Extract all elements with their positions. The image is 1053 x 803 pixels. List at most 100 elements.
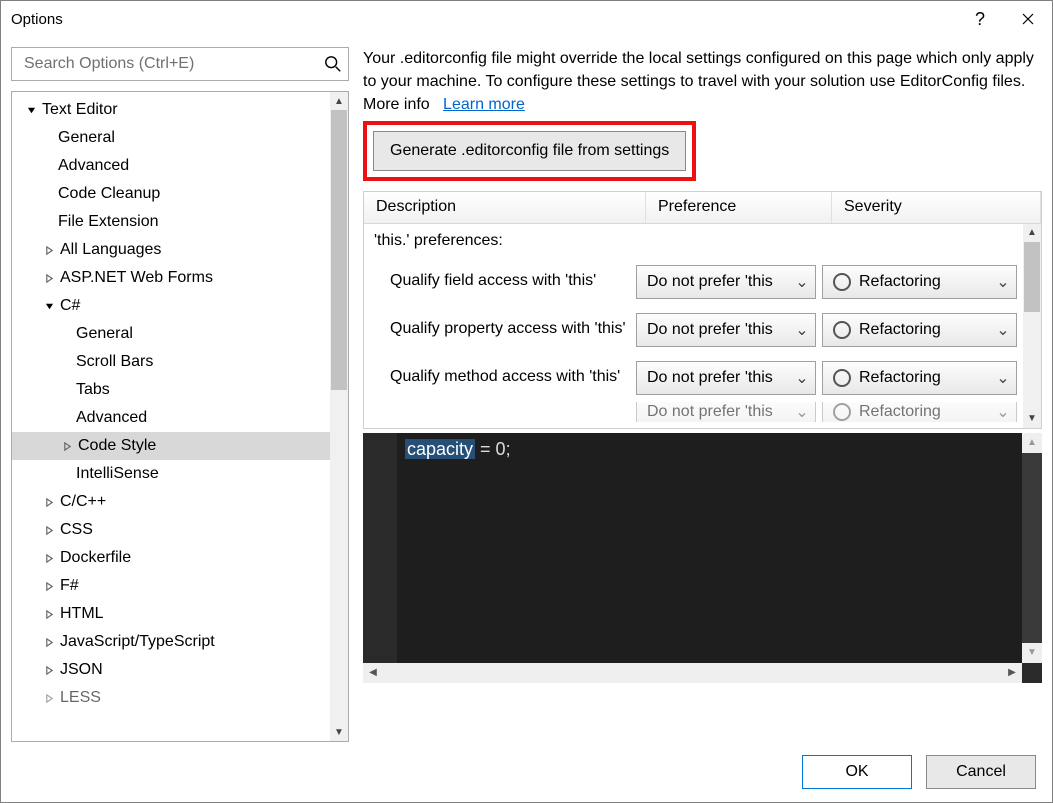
col-preference[interactable]: Preference [646,192,832,223]
tree-item-json[interactable]: JSON [12,656,330,684]
tree-item-csharp-tabs[interactable]: Tabs [12,376,330,404]
scroll-down-icon[interactable]: ▼ [330,723,348,741]
severity-ring-icon [833,403,851,421]
table-scrollbar[interactable]: ▲ ▼ [1023,224,1041,428]
search-box[interactable] [11,47,349,81]
tree-item-less[interactable]: LESS [12,684,330,712]
chevron-down-icon: ⌄ [795,368,809,388]
tree-item-dockerfile[interactable]: Dockerfile [12,544,330,572]
preference-dropdown[interactable]: Do not prefer 'this⌄ [636,402,816,422]
tree-item-csharp[interactable]: C# [12,292,330,320]
scroll-up-icon[interactable]: ▲ [330,92,348,110]
scroll-thumb[interactable] [1024,242,1040,312]
learn-more-link[interactable]: Learn more [443,96,525,113]
cancel-button[interactable]: Cancel [926,755,1036,789]
preference-dropdown[interactable]: Do not prefer 'this⌄ [636,313,816,347]
severity-dropdown[interactable]: Refactoring⌄ [822,265,1017,299]
options-tree[interactable]: Text Editor General Advanced Code Cleanu… [12,92,330,741]
chevron-right-icon [45,666,54,675]
severity-ring-icon [833,273,851,291]
chevron-right-icon [45,526,54,535]
chevron-down-icon [45,302,54,311]
severity-dropdown[interactable]: Refactoring⌄ [822,402,1017,422]
generate-editorconfig-button[interactable]: Generate .editorconfig file from setting… [373,131,686,171]
scroll-down-icon[interactable]: ▼ [1022,643,1042,663]
chevron-down-icon: ⌄ [795,272,809,292]
chevron-right-icon [45,610,54,619]
chevron-down-icon: ⌄ [996,368,1010,388]
window-title: Options [11,11,63,28]
close-icon [1022,13,1034,25]
ok-button[interactable]: OK [802,755,912,789]
chevron-right-icon [45,638,54,647]
tree-item-file-extension[interactable]: File Extension [12,208,330,236]
tree-item-code-cleanup[interactable]: Code Cleanup [12,180,330,208]
scroll-thumb[interactable] [331,110,347,390]
options-dialog: Options ? Text Editor General [0,0,1053,803]
table-row: Qualify method access with 'this' Do not… [364,354,1023,402]
tree-item-css[interactable]: CSS [12,516,330,544]
tree-item-fsharp[interactable]: F# [12,572,330,600]
tree-item-js-ts[interactable]: JavaScript/TypeScript [12,628,330,656]
search-icon [324,55,342,73]
chevron-down-icon: ⌄ [996,402,1010,422]
table-body: 'this.' preferences: Qualify field acces… [364,224,1023,428]
tree-item-text-editor[interactable]: Text Editor [12,96,330,124]
tree-item-all-languages[interactable]: All Languages [12,236,330,264]
info-text: Your .editorconfig file might override t… [363,47,1042,117]
search-input[interactable] [22,54,324,74]
chevron-down-icon: ⌄ [795,320,809,340]
tree-item-html[interactable]: HTML [12,600,330,628]
preference-dropdown[interactable]: Do not prefer 'this⌄ [636,265,816,299]
code-preview: capacity = 0; ▲ ▼ ◀ ▶ [363,433,1042,683]
left-pane: Text Editor General Advanced Code Cleanu… [11,47,349,742]
scroll-down-icon[interactable]: ▼ [1023,410,1041,428]
tree-item-intellisense[interactable]: IntelliSense [12,460,330,488]
severity-dropdown[interactable]: Refactoring⌄ [822,361,1017,395]
titlebar: Options ? [1,1,1052,37]
tree-item-ccpp[interactable]: C/C++ [12,488,330,516]
chevron-right-icon [45,694,54,703]
col-description[interactable]: Description [364,192,646,223]
dialog-footer: OK Cancel [1,742,1052,802]
scroll-up-icon[interactable]: ▲ [1022,433,1042,453]
table-header: Description Preference Severity [364,192,1041,224]
col-severity[interactable]: Severity [832,192,1041,223]
code-vscrollbar[interactable]: ▲ ▼ [1022,433,1042,663]
preference-dropdown[interactable]: Do not prefer 'this⌄ [636,361,816,395]
preferences-table: Description Preference Severity 'this.' … [363,191,1042,429]
scroll-corner [1022,663,1042,683]
cell-desc: Qualify property access with 'this' [364,319,636,340]
severity-ring-icon [833,369,851,387]
tree-item-aspnet[interactable]: ASP.NET Web Forms [12,264,330,292]
chevron-down-icon [27,106,36,115]
tree-item-advanced[interactable]: Advanced [12,152,330,180]
chevron-down-icon: ⌄ [996,320,1010,340]
severity-ring-icon [833,321,851,339]
scroll-up-icon[interactable]: ▲ [1023,224,1041,242]
table-row: Qualify property access with 'this' Do n… [364,306,1023,354]
chevron-down-icon: ⌄ [996,272,1010,292]
chevron-right-icon [45,582,54,591]
scroll-right-icon[interactable]: ▶ [1002,663,1022,683]
help-button[interactable]: ? [956,1,1004,37]
tree-item-csharp-advanced[interactable]: Advanced [12,404,330,432]
code-hscrollbar[interactable]: ◀ ▶ [363,663,1042,683]
cell-desc: Qualify field access with 'this' [364,271,636,292]
chevron-right-icon [45,246,54,255]
right-pane: Your .editorconfig file might override t… [363,47,1042,742]
severity-dropdown[interactable]: Refactoring⌄ [822,313,1017,347]
close-button[interactable] [1004,1,1052,37]
chevron-down-icon: ⌄ [795,402,809,422]
code-text: capacity = 0; [397,433,1022,663]
tree-item-csharp-general[interactable]: General [12,320,330,348]
chevron-right-icon [63,442,72,451]
tree-item-csharp-scrollbars[interactable]: Scroll Bars [12,348,330,376]
table-row: Do not prefer 'this⌄ Refactoring⌄ [364,402,1023,422]
tree-scrollbar[interactable]: ▲ ▼ [330,92,348,741]
table-group-row: 'this.' preferences: [364,224,1023,258]
tree-item-code-style[interactable]: Code Style [12,432,330,460]
tree-item-general[interactable]: General [12,124,330,152]
scroll-left-icon[interactable]: ◀ [363,663,383,683]
table-row: Qualify field access with 'this' Do not … [364,258,1023,306]
